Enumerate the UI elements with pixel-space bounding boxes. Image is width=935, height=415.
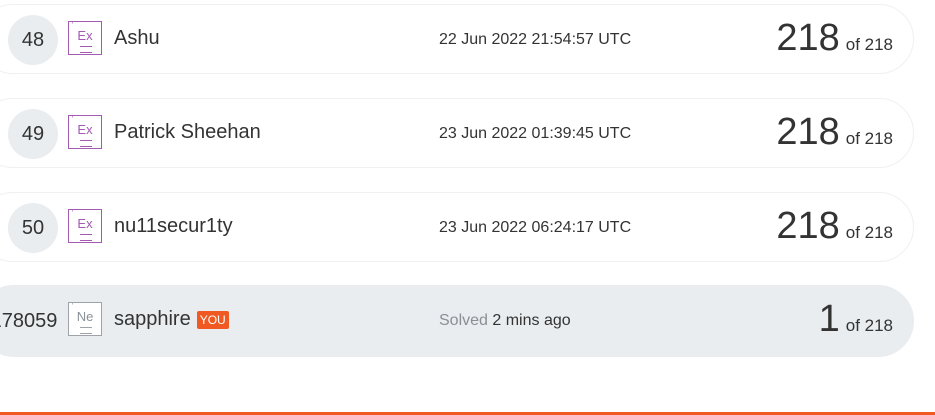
leaderboard-row-current-user[interactable]: 178059 ' Ne sapphire YOU Solved 2 mins a… [0, 285, 914, 357]
badge-symbol: Ex [77, 122, 93, 137]
element-badge-icon: ' Ex [68, 209, 102, 243]
score-total: of 218 [845, 35, 893, 54]
you-badge: YOU [196, 310, 229, 329]
user-name[interactable]: Patrick Sheehan [114, 121, 261, 144]
element-badge-icon: ' Ne [68, 302, 102, 336]
leaderboard-row-50[interactable]: 50 ' Ex nu11secur1ty 23 Jun 2022 06:24:1… [0, 192, 914, 262]
score-value: 218 [776, 17, 840, 59]
score: 218 of 218 [776, 17, 893, 60]
score-value: 1 [818, 298, 840, 340]
solved-status: Solved 2 mins ago [439, 312, 571, 330]
leaderboard-row-48[interactable]: 48 ' Ex Ashu 22 Jun 2022 21:54:57 UTC 21… [0, 4, 914, 74]
completion-time: 23 Jun 2022 01:39:45 UTC [439, 125, 632, 142]
completion-time: 23 Jun 2022 06:24:17 UTC [439, 219, 632, 236]
element-badge-icon: ' Ex [68, 21, 102, 55]
rank-number: 178059 [0, 309, 58, 332]
score: 218 of 218 [776, 111, 893, 154]
badge-symbol: Ex [77, 216, 93, 231]
score-total: of 218 [845, 223, 893, 242]
score: 218 of 218 [776, 205, 893, 248]
score-total: of 218 [845, 129, 893, 148]
completion-time: 22 Jun 2022 21:54:57 UTC [439, 31, 632, 48]
user-name[interactable]: sapphire YOU [114, 308, 229, 331]
score-value: 218 [776, 205, 840, 247]
leaderboard-row-49[interactable]: 49 ' Ex Patrick Sheehan 23 Jun 2022 01:3… [0, 98, 914, 168]
score-total: of 218 [845, 316, 893, 335]
element-badge-icon: ' Ex [68, 115, 102, 149]
solved-time: 2 mins ago [492, 312, 571, 329]
rank-number: 49 [8, 109, 58, 159]
user-name[interactable]: Ashu [114, 27, 160, 50]
rank-number: 48 [8, 15, 58, 65]
solved-label: Solved [439, 312, 488, 329]
badge-symbol: Ne [76, 309, 94, 324]
badge-symbol: Ex [77, 28, 93, 43]
score: 1 of 218 [819, 298, 893, 341]
rank-number: 50 [8, 203, 58, 253]
user-name[interactable]: nu11secur1ty [114, 215, 233, 238]
score-value: 218 [776, 111, 840, 153]
